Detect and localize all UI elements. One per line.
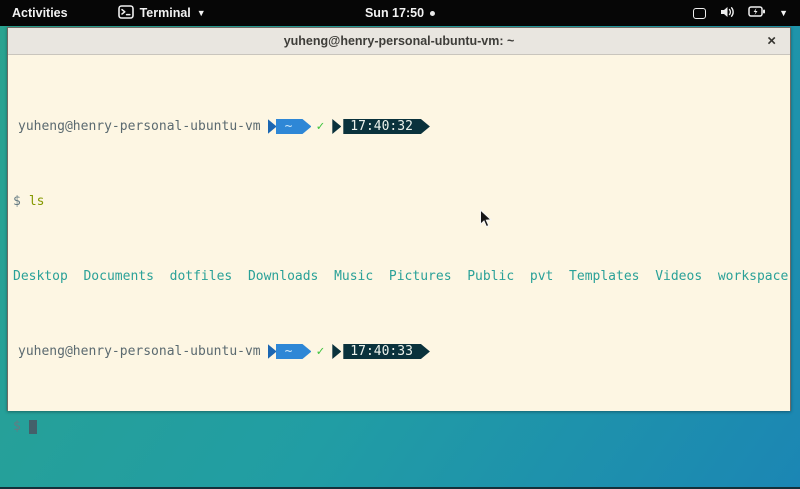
- clock-label: Sun 17:50: [365, 6, 424, 20]
- close-button[interactable]: ×: [767, 34, 776, 49]
- prompt-symbol: $: [13, 419, 21, 434]
- typed-command: ls: [29, 194, 45, 209]
- activities-button[interactable]: Activities: [0, 0, 80, 26]
- window-title: yuheng@henry-personal-ubuntu-vm: ~: [284, 34, 515, 48]
- battery-charging-icon: [748, 5, 766, 21]
- powerline-arrow-icon: [268, 344, 277, 359]
- directory-name: Public: [467, 269, 514, 284]
- input-line: $: [10, 419, 788, 434]
- top-bar: Activities Terminal ▼ Sun 17:50: [0, 0, 800, 26]
- volume-icon: [719, 5, 735, 22]
- prompt-symbol: $: [13, 194, 21, 209]
- prompt-path-segment: ~: [276, 344, 312, 359]
- terminal-screen[interactable]: yuheng@henry-personal-ubuntu-vm ~ ✓ 17:4…: [8, 55, 790, 411]
- display-icon: [693, 8, 706, 19]
- directory-name: Documents: [83, 269, 153, 284]
- directory-name: dotfiles: [170, 269, 233, 284]
- status-check-icon: ✓: [316, 344, 324, 359]
- prompt-host: yuheng@henry-personal-ubuntu-vm: [18, 344, 261, 359]
- prompt-line: yuheng@henry-personal-ubuntu-vm ~ ✓ 17:4…: [10, 344, 788, 359]
- directory-name: pvt: [530, 269, 553, 284]
- prompt-path-segment: ~: [276, 119, 312, 134]
- directory-name: workspace: [718, 269, 788, 284]
- ls-output-line: Desktop Documents dotfiles Downloads Mus…: [10, 269, 788, 284]
- top-bar-left: Activities Terminal ▼: [0, 0, 216, 26]
- window-titlebar[interactable]: yuheng@henry-personal-ubuntu-vm: ~ ×: [8, 28, 790, 55]
- directory-name: Pictures: [389, 269, 452, 284]
- directory-name: Videos: [655, 269, 702, 284]
- directory-name: Music: [334, 269, 373, 284]
- prompt-time: 17:40:32: [343, 119, 430, 134]
- chevron-down-icon: ▼: [197, 9, 206, 18]
- powerline-arrow-icon: [332, 119, 341, 134]
- directory-name: Desktop: [13, 269, 68, 284]
- powerline-arrow-icon: [268, 119, 277, 134]
- directory-name: Downloads: [248, 269, 318, 284]
- text-cursor: [29, 420, 37, 434]
- directory-name: Templates: [569, 269, 639, 284]
- command-line: $ ls: [10, 194, 788, 209]
- status-check-icon: ✓: [316, 119, 324, 134]
- clock-button[interactable]: Sun 17:50: [355, 0, 445, 26]
- terminal-app-icon: [118, 5, 134, 22]
- terminal-window: yuheng@henry-personal-ubuntu-vm: ~ × yuh…: [7, 27, 791, 411]
- app-menu-label: Terminal: [140, 6, 191, 20]
- desktop: Activities Terminal ▼ Sun 17:50: [0, 0, 800, 489]
- prompt-host: yuheng@henry-personal-ubuntu-vm: [18, 119, 261, 134]
- prompt-time: 17:40:33: [343, 344, 430, 359]
- chevron-down-icon: ▼: [779, 9, 788, 18]
- notification-dot-icon: [430, 11, 435, 16]
- powerline-arrow-icon: [332, 344, 341, 359]
- app-menu-terminal[interactable]: Terminal ▼: [108, 0, 216, 26]
- prompt-line: yuheng@henry-personal-ubuntu-vm ~ ✓ 17:4…: [10, 119, 788, 134]
- system-status-menu[interactable]: ▼: [681, 0, 800, 26]
